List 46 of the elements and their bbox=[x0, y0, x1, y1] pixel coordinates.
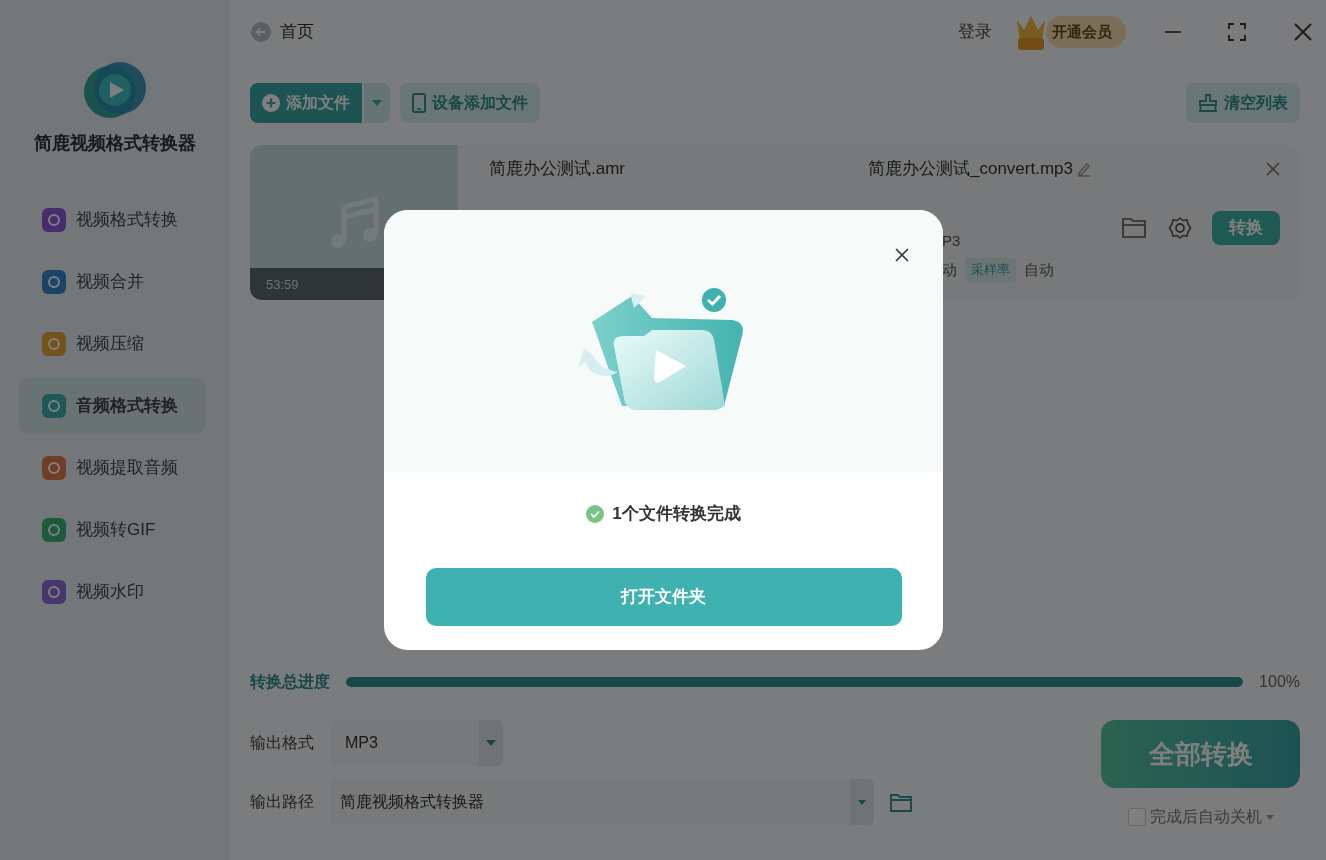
add-file-button[interactable]: 添加文件 bbox=[250, 83, 362, 123]
sidebar-item[interactable]: 视频压缩 bbox=[19, 315, 206, 372]
sidebar-item[interactable]: 音频格式转换 bbox=[19, 377, 206, 434]
clear-list-button[interactable]: 清空列表 bbox=[1186, 83, 1300, 123]
open-folder-button[interactable]: 打开文件夹 bbox=[425, 567, 902, 626]
close-icon[interactable] bbox=[1294, 23, 1312, 41]
app-name: 简鹿视频格式转换器 bbox=[34, 132, 196, 155]
convert-button[interactable]: 转换 bbox=[1212, 210, 1280, 245]
sidebar-item[interactable]: 视频格式转换 bbox=[19, 191, 206, 248]
format-label: 输出格式 bbox=[250, 733, 315, 753]
sample-rate-label: 采样率 bbox=[965, 258, 1016, 282]
sidebar-item[interactable]: 视频合并 bbox=[19, 253, 206, 310]
settings-icon[interactable] bbox=[1168, 215, 1192, 240]
plus-icon bbox=[262, 94, 280, 112]
format-text: P3 bbox=[942, 230, 961, 251]
caret-icon bbox=[372, 100, 382, 106]
completion-message: 1个文件转换完成 bbox=[612, 503, 741, 525]
progress-reading: 100% bbox=[1259, 672, 1300, 692]
success-check-icon bbox=[586, 504, 605, 523]
home-back-link[interactable]: 首页 bbox=[250, 19, 314, 45]
output-file-name: 简鹿办公测试_convert.mp3 bbox=[868, 158, 1073, 180]
caret-icon[interactable] bbox=[1265, 814, 1274, 820]
progress-label: 转换总进度 bbox=[250, 672, 330, 692]
folder-icon[interactable] bbox=[890, 792, 912, 812]
sidebar-item[interactable]: 视频提取音频 bbox=[19, 439, 206, 496]
remove-icon[interactable] bbox=[1266, 161, 1280, 176]
add-file-dropdown[interactable] bbox=[364, 83, 390, 123]
folder-icon[interactable] bbox=[1122, 217, 1146, 239]
broom-icon bbox=[1198, 94, 1218, 112]
caret-icon bbox=[858, 799, 866, 805]
bitrate-value: 动 bbox=[942, 259, 957, 280]
close-icon bbox=[895, 247, 909, 262]
caret-icon bbox=[486, 740, 496, 746]
phone-icon bbox=[412, 93, 426, 113]
checkbox[interactable] bbox=[1127, 808, 1146, 826]
device-add-button[interactable]: 设备添加文件 bbox=[400, 83, 540, 123]
pencil-icon[interactable] bbox=[1076, 160, 1092, 177]
sidebar-item[interactable]: 视频转GIF bbox=[19, 501, 206, 558]
maximize-icon[interactable] bbox=[1228, 23, 1246, 41]
convert-all-button[interactable]: 全部转换 bbox=[1101, 720, 1300, 788]
path-label: 输出路径 bbox=[250, 792, 315, 812]
auto-shutdown-label: 完成后自动关机 bbox=[1149, 807, 1262, 827]
sample-rate-value: 自动 bbox=[1024, 259, 1054, 280]
login-link[interactable]: 登录 bbox=[958, 19, 992, 45]
sidebar-item[interactable]: 视频水印 bbox=[19, 563, 206, 620]
source-file-name: 简鹿办公测试.amr bbox=[489, 159, 625, 178]
